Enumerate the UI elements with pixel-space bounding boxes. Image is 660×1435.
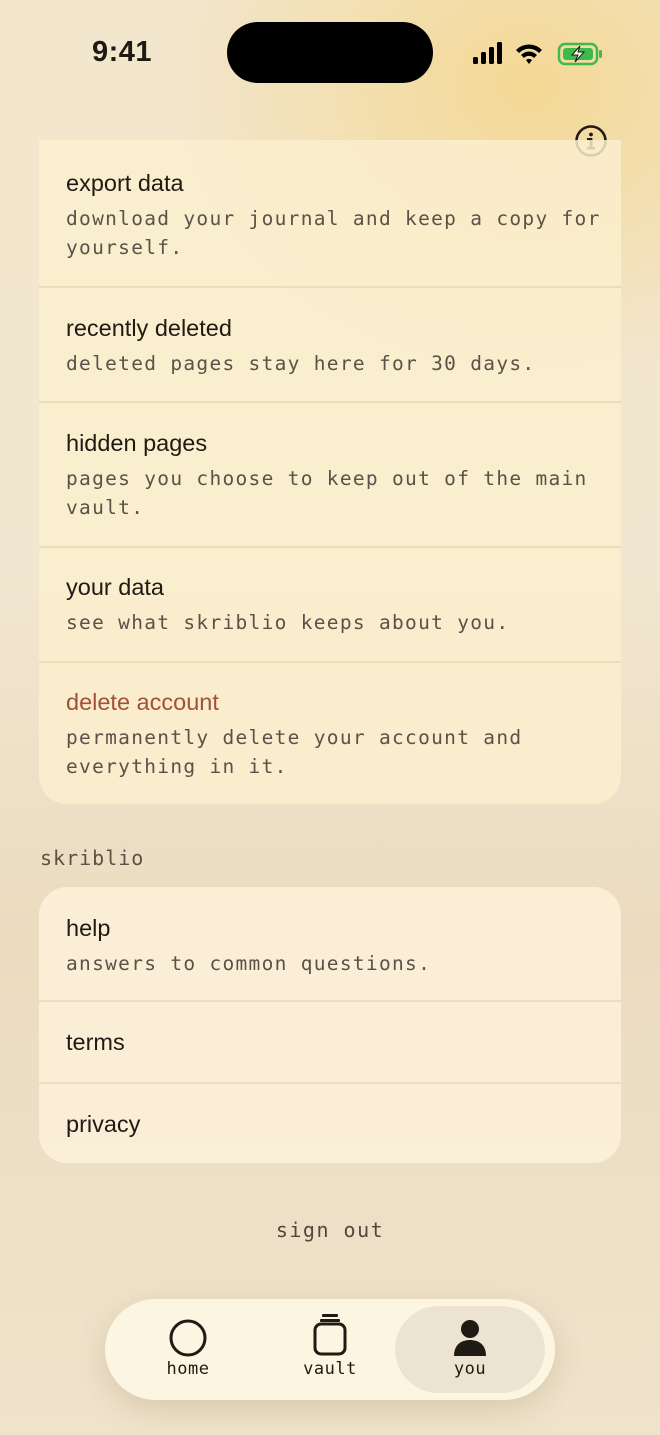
section-label: skriblio [40, 846, 145, 870]
tab-label: you [453, 1359, 487, 1379]
row-description: answers to common questions. [66, 952, 432, 975]
row-title: terms [66, 1029, 125, 1055]
status-time: 9:41 [92, 36, 153, 68]
jar-icon [313, 1314, 347, 1356]
row-title: help [66, 915, 111, 941]
status-bar: 9:41 [0, 0, 660, 110]
tab-bar: home vault you [105, 1299, 555, 1400]
row-title: export data [66, 170, 184, 196]
row-title: recently deleted [66, 315, 232, 341]
delete-account-row[interactable]: delete account permanently delete your a… [39, 661, 621, 804]
row-title: privacy [66, 1111, 141, 1137]
row-description: pages you choose to keep out of the main… [66, 467, 588, 519]
wifi-icon [516, 44, 542, 64]
account-settings-card: export data download your journal and ke… [39, 140, 621, 804]
dynamic-island [227, 22, 433, 83]
battery-charging-icon [557, 42, 602, 66]
row-description: permanently delete your account and ever… [66, 726, 523, 778]
tab-you[interactable]: you [395, 1306, 545, 1393]
row-description: see what skriblio keeps about you. [66, 611, 510, 634]
signal-icon [473, 42, 502, 64]
terms-row[interactable]: terms [39, 1000, 621, 1084]
tab-home[interactable]: home [113, 1306, 263, 1393]
tab-label: home [166, 1359, 210, 1379]
help-row[interactable]: help answers to common questions. [39, 887, 621, 1002]
row-title: delete account [66, 689, 219, 715]
hidden-pages-row[interactable]: hidden pages pages you choose to keep ou… [39, 401, 621, 548]
row-title: hidden pages [66, 430, 208, 456]
row-description: download your journal and keep a copy fo… [66, 207, 601, 259]
status-icons [473, 42, 602, 66]
tab-label: vault [303, 1359, 357, 1379]
export-data-row[interactable]: export data download your journal and ke… [39, 140, 621, 288]
row-description: deleted pages stay here for 30 days. [66, 352, 536, 375]
sign-out-button[interactable]: sign out [0, 1218, 660, 1242]
recently-deleted-row[interactable]: recently deleted deleted pages stay here… [39, 286, 621, 403]
privacy-row[interactable]: privacy [39, 1082, 621, 1163]
person-icon [454, 1320, 486, 1356]
circle-icon [169, 1319, 207, 1357]
your-data-row[interactable]: your data see what skriblio keeps about … [39, 546, 621, 663]
row-title: your data [66, 574, 164, 600]
tab-vault[interactable]: vault [255, 1306, 405, 1393]
skriblio-card: help answers to common questions. terms … [39, 887, 621, 1163]
